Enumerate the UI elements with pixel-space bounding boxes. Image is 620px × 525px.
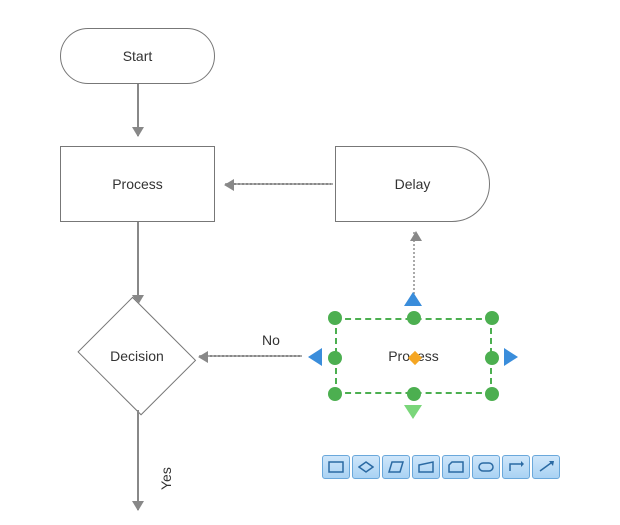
resize-handle-ne[interactable] <box>485 311 499 325</box>
edge-process-decision <box>137 222 139 304</box>
connect-down-icon[interactable] <box>404 405 422 419</box>
start-node[interactable]: Start <box>60 28 215 84</box>
process-node-1[interactable]: Process <box>60 146 215 222</box>
toolbar-terminator-shape[interactable] <box>472 455 500 479</box>
process-node-2-selected[interactable]: Process <box>335 318 492 394</box>
connect-left-icon[interactable] <box>308 348 322 366</box>
decision-label: Decision <box>110 348 164 364</box>
start-label: Start <box>123 48 153 64</box>
edge-decision-yes <box>137 410 139 510</box>
resize-handle-se[interactable] <box>485 387 499 401</box>
connect-right-icon[interactable] <box>504 348 518 366</box>
resize-handle-e[interactable] <box>485 351 499 365</box>
edge-delay-process <box>225 183 333 185</box>
delay-node[interactable]: Delay <box>335 146 490 222</box>
edge-start-process <box>137 84 139 136</box>
resize-handle-nw[interactable] <box>328 311 342 325</box>
toolbar-straight-connector[interactable] <box>532 455 560 479</box>
delay-label: Delay <box>395 176 431 192</box>
shape-toolbar <box>322 455 560 479</box>
toolbar-decision-shape[interactable] <box>352 455 380 479</box>
toolbar-card-shape[interactable] <box>442 455 470 479</box>
resize-handle-n[interactable] <box>407 311 421 325</box>
edge-decision-process2 <box>199 355 302 357</box>
yes-label: Yes <box>158 467 174 490</box>
toolbar-data-shape[interactable] <box>382 455 410 479</box>
toolbar-manual-input-shape[interactable] <box>412 455 440 479</box>
no-label: No <box>262 332 280 348</box>
decision-node[interactable]: Decision <box>74 302 200 410</box>
toolbar-l-connector[interactable] <box>502 455 530 479</box>
resize-handle-sw[interactable] <box>328 387 342 401</box>
toolbar-process-shape[interactable] <box>322 455 350 479</box>
resize-handle-w[interactable] <box>328 351 342 365</box>
flowchart-canvas[interactable]: Start Process Delay Decision No Yes Proc… <box>0 0 620 525</box>
process1-label: Process <box>112 176 163 192</box>
resize-handle-s[interactable] <box>407 387 421 401</box>
connect-up-icon[interactable] <box>404 292 422 306</box>
